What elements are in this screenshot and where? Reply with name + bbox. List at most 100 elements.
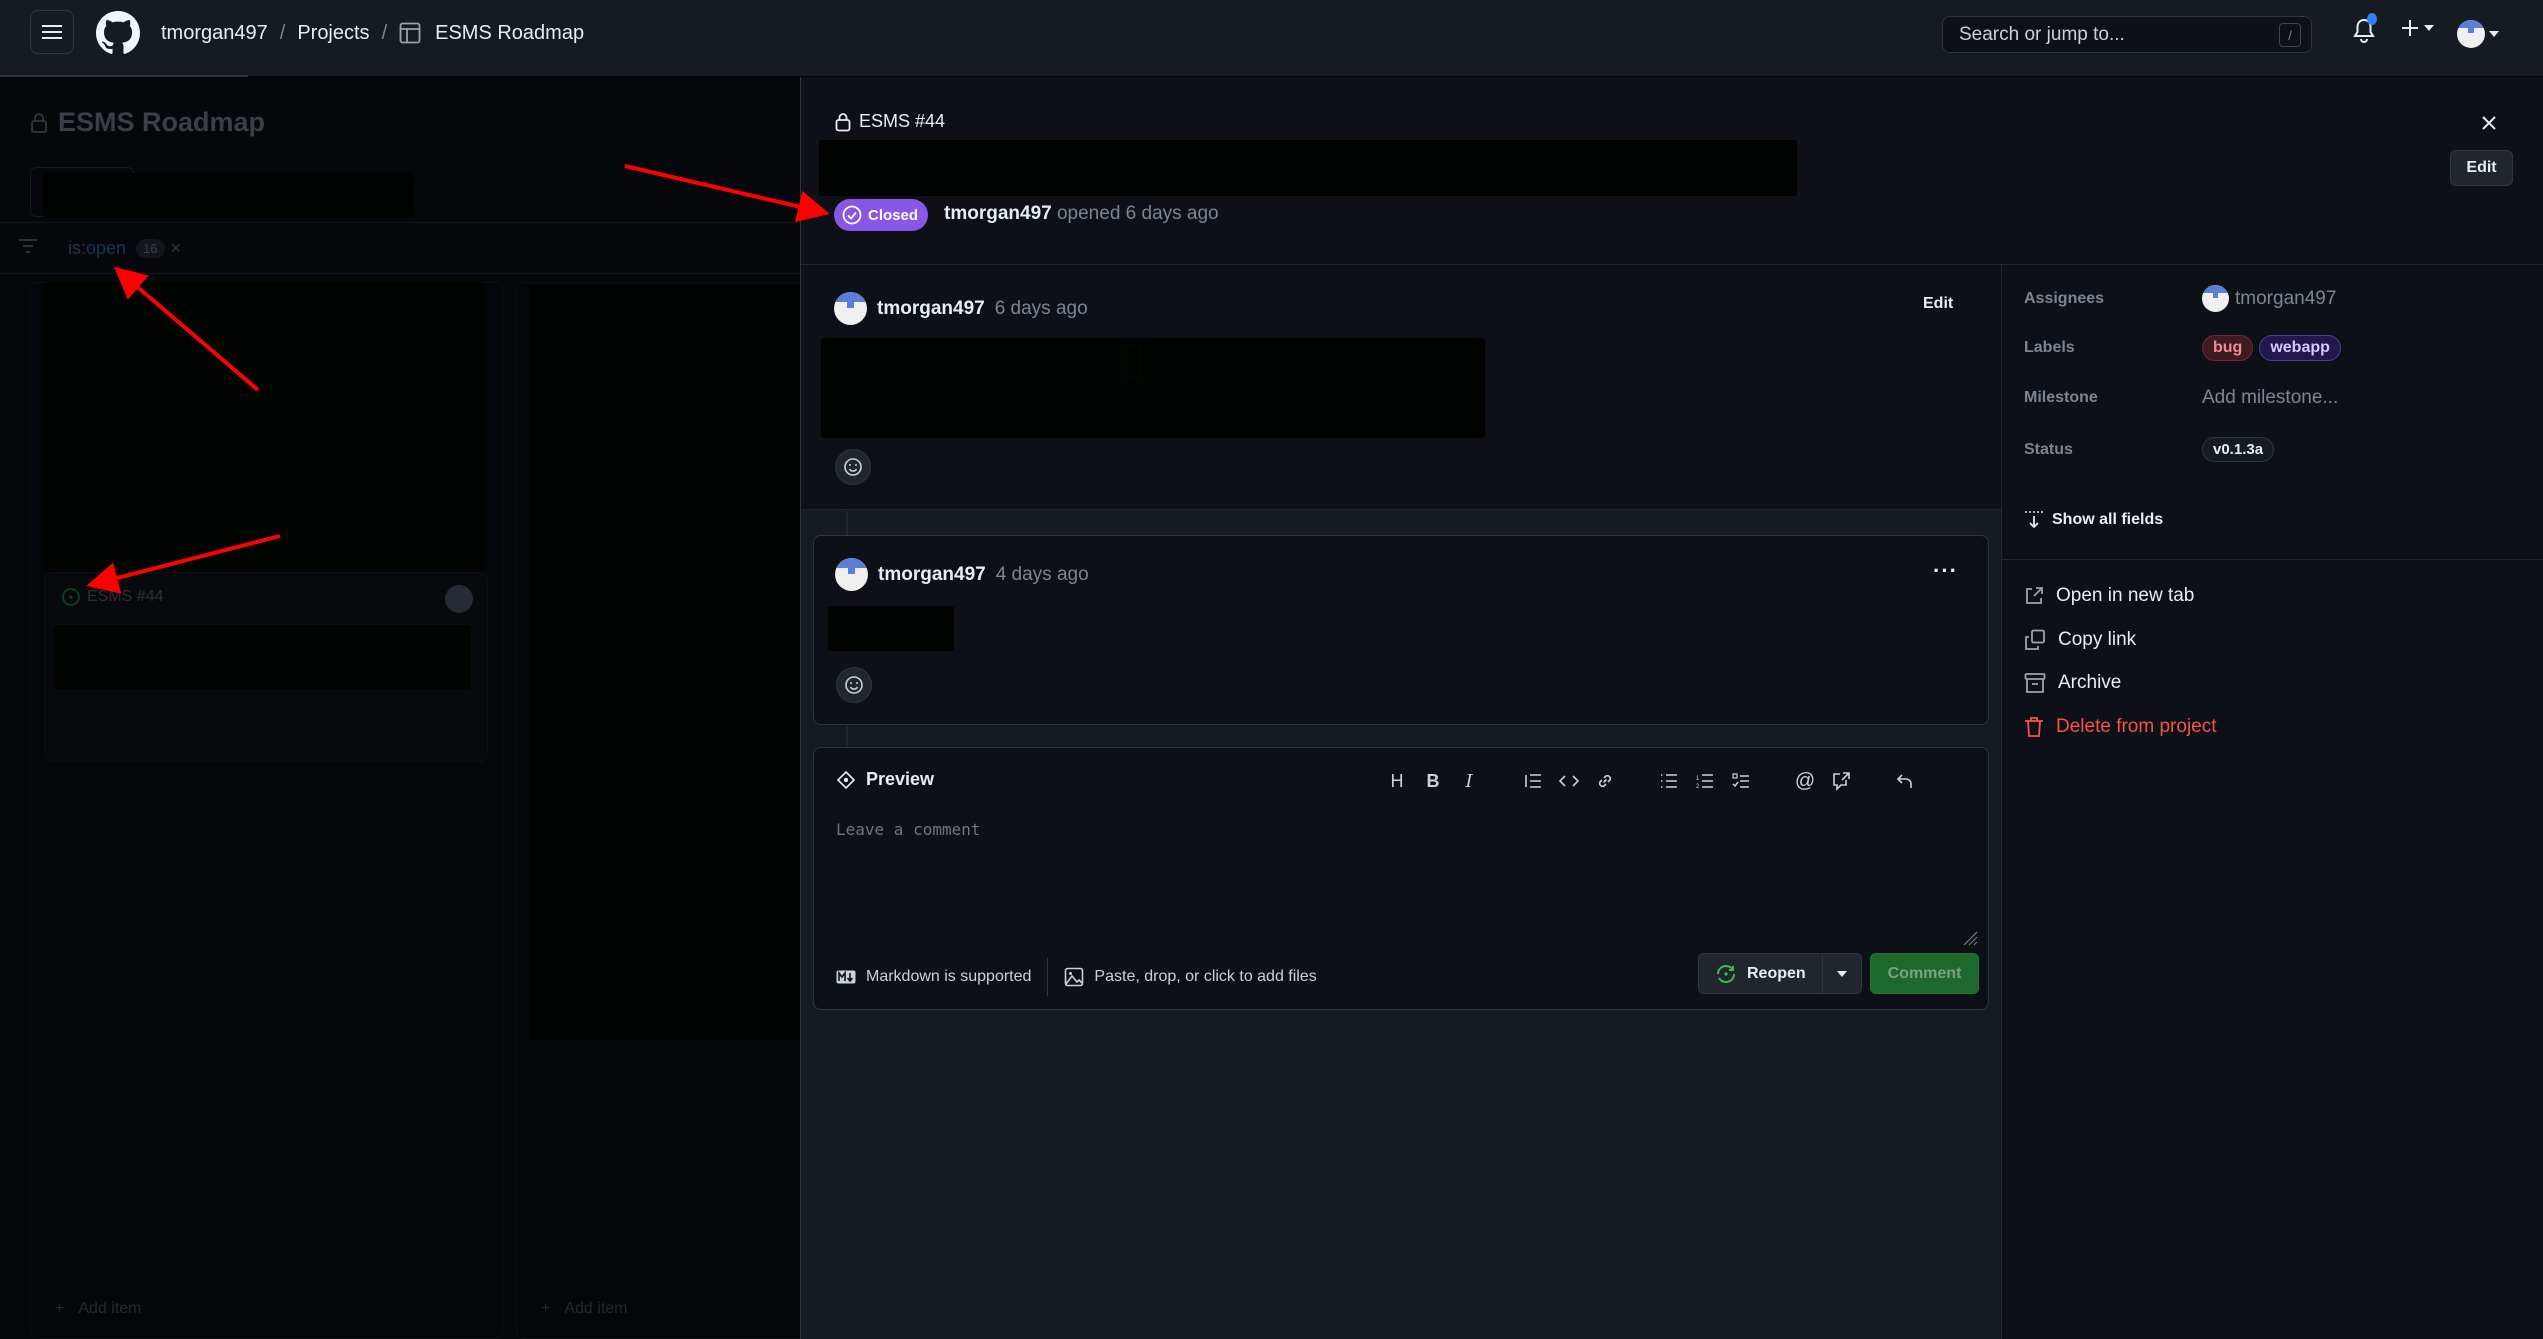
sidebar-divider — [2002, 559, 2543, 560]
avatar — [2457, 20, 2485, 48]
preview-tab[interactable]: Preview — [836, 769, 934, 790]
fold-down-icon — [2025, 511, 2043, 529]
status-badge: v0.1.3a — [2202, 437, 2275, 462]
card-meta: ESMS #44 — [61, 587, 163, 607]
markdown-toolbar: H B I 12 @ — [1379, 766, 1923, 796]
redacted-issue-title — [819, 140, 1797, 196]
comment-options-button[interactable]: ··· — [1933, 558, 1958, 584]
comment-textarea[interactable] — [836, 820, 1966, 938]
show-all-fields-button[interactable]: Show all fields — [2024, 511, 2163, 529]
project-table-icon — [399, 22, 421, 44]
add-reaction-button[interactable] — [835, 449, 871, 485]
field-assignees[interactable]: Assignees tmorgan497 — [2024, 285, 2336, 312]
field-value[interactable]: Add milestone... — [2202, 387, 2338, 409]
comment-time[interactable]: 6 days ago — [995, 298, 1088, 320]
bold-icon[interactable]: B — [1415, 766, 1451, 796]
github-logo-icon[interactable] — [96, 11, 140, 55]
card-assignee-avatar — [445, 585, 473, 613]
heading-icon[interactable]: H — [1379, 766, 1415, 796]
caret-down-icon — [2489, 31, 2499, 37]
field-labels[interactable]: Labels bug webapp — [2024, 335, 2341, 361]
lock-icon — [31, 112, 47, 133]
filter-query[interactable]: is:open — [68, 238, 126, 259]
reopen-options-button[interactable] — [1823, 954, 1861, 993]
copy-icon — [2025, 629, 2045, 650]
redacted-issue-body — [821, 338, 1485, 438]
board-card[interactable]: ESMS #44 — [44, 572, 488, 762]
plus-icon: + — [541, 1300, 551, 1317]
timeline-connector — [846, 726, 848, 747]
resize-handle-icon[interactable] — [1958, 926, 1978, 946]
search-shortcut-key: / — [2279, 23, 2301, 47]
comment-submit-button[interactable]: Comment — [1870, 953, 1979, 994]
copy-link-button[interactable]: Copy link — [2024, 629, 2136, 651]
svg-text:1: 1 — [1696, 776, 1700, 782]
caret-down-icon — [1836, 970, 1847, 977]
breadcrumb-project[interactable]: ESMS Roadmap — [435, 22, 584, 45]
smiley-icon — [844, 458, 862, 476]
edit-body-button[interactable]: Edit — [1923, 295, 1953, 313]
label-bug[interactable]: bug — [2202, 335, 2254, 361]
reopen-button[interactable]: Reopen — [1699, 954, 1823, 993]
label-webapp[interactable]: webapp — [2259, 335, 2341, 361]
field-value[interactable]: v0.1.3a — [2202, 437, 2275, 462]
field-value[interactable]: tmorgan497 — [2202, 285, 2336, 312]
quote-icon[interactable] — [1515, 766, 1551, 796]
undo-icon[interactable] — [1887, 766, 1923, 796]
italic-icon[interactable]: I — [1451, 766, 1487, 796]
hamburger-menu-button[interactable] — [30, 10, 74, 54]
task-list-icon[interactable] — [1723, 766, 1759, 796]
notifications-button[interactable] — [2353, 13, 2377, 49]
user-menu-button[interactable] — [2457, 20, 2499, 48]
issue-header: ESMS #44 Closed tmorgan497 opened 6 days… — [801, 77, 2543, 265]
comment-time[interactable]: 4 days ago — [996, 564, 1089, 586]
create-new-button[interactable] — [2400, 18, 2434, 38]
project-board-backdrop: ESMS Roadmap is:open 16 × + Add item + Add… — [0, 77, 800, 1339]
comment-author[interactable]: tmorgan497 — [878, 564, 986, 586]
composer-footer: Markdown is supported Paste, drop, or cl… — [836, 958, 1317, 996]
archive-button[interactable]: Archive — [2024, 672, 2121, 694]
breadcrumb-owner[interactable]: tmorgan497 — [161, 22, 268, 45]
edit-title-button[interactable]: Edit — [2450, 150, 2513, 186]
breadcrumb-separator: / — [381, 21, 388, 44]
comment-composer: Preview H B I 1 2 @ Leave a comment Mark… — [813, 747, 1989, 1010]
cross-reference-icon[interactable] — [1823, 766, 1859, 796]
attach-files-button[interactable]: Paste, drop, or click to add files — [1048, 967, 1317, 987]
comment-author[interactable]: tmorgan497 — [877, 298, 985, 320]
breadcrumb-projects[interactable]: Projects — [297, 22, 369, 45]
field-milestone[interactable]: Milestone Add milestone... — [2024, 387, 2338, 409]
markdown-supported-link[interactable]: Markdown is supported — [836, 958, 1049, 996]
link-icon[interactable] — [1587, 766, 1623, 796]
clear-filter-button[interactable]: × — [171, 238, 182, 259]
check-circle-icon — [842, 205, 862, 225]
redacted-column-content — [530, 285, 800, 1040]
hamburger-icon — [42, 25, 62, 39]
open-in-new-tab-button[interactable]: Open in new tab — [2024, 585, 2194, 607]
avatar[interactable] — [834, 292, 867, 325]
ordered-list-icon[interactable]: 12 — [1687, 766, 1723, 796]
add-reaction-button[interactable] — [836, 667, 872, 703]
card-ref: ESMS #44 — [87, 588, 164, 605]
issue-sidebar: Assignees tmorgan497 Labels bug webapp M… — [2001, 265, 2543, 1339]
global-search-input[interactable]: Search or jump to... / — [1942, 16, 2312, 53]
filter-bar[interactable]: is:open 16 × — [0, 222, 800, 274]
redacted-card-title — [53, 625, 471, 689]
issue-number: ESMS #44 — [835, 111, 945, 132]
author-link[interactable]: tmorgan497 — [944, 203, 1052, 224]
mention-icon[interactable]: @ — [1787, 766, 1823, 796]
delete-from-project-button[interactable]: Delete from project — [2024, 716, 2217, 738]
code-icon[interactable] — [1551, 766, 1587, 796]
field-status[interactable]: Status v0.1.3a — [2024, 437, 2275, 462]
issue-body: tmorgan497 6 days ago Edit — [801, 265, 2001, 510]
issue-timeline: tmorgan497 6 days ago Edit tmorgan497 4 … — [801, 265, 2001, 1339]
field-value[interactable]: bug webapp — [2202, 335, 2341, 361]
timeline-connector — [846, 511, 848, 535]
avatar — [2202, 285, 2229, 312]
lock-icon — [835, 112, 851, 131]
add-item-button[interactable]: + Add item — [55, 1300, 141, 1318]
issue-side-panel: ESMS #44 Closed tmorgan497 opened 6 days… — [800, 77, 2543, 1339]
add-item-button[interactable]: + Add item — [541, 1300, 627, 1318]
avatar[interactable] — [835, 558, 868, 591]
unordered-list-icon[interactable] — [1651, 766, 1687, 796]
close-panel-button[interactable] — [2481, 111, 2497, 137]
